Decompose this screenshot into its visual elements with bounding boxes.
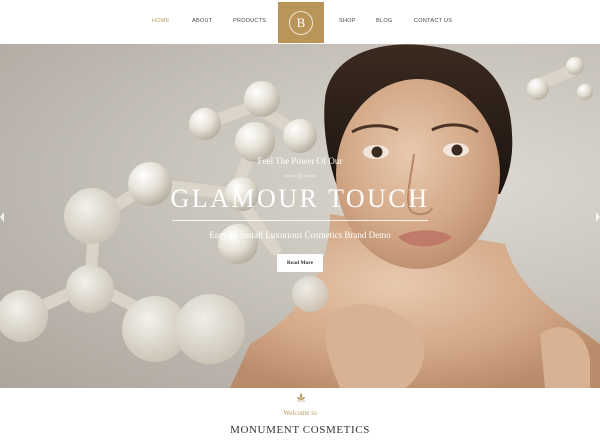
ornament-divider-icon: [284, 173, 316, 179]
welcome-label: Welcome to: [283, 409, 317, 417]
read-more-button[interactable]: Read More: [277, 254, 323, 272]
hero-slider: Feel The Power Of Our GLAMOUR TOUCH Easy…: [0, 44, 600, 388]
hero-tagline: Feel The Power Of Our: [257, 156, 343, 166]
hero-subtitle: Easy To Install Luxurious Cosmetics Bran…: [209, 230, 391, 240]
nav-blog-link[interactable]: BLOG: [376, 18, 392, 24]
nav-contact-link[interactable]: CONTACT US: [414, 18, 452, 24]
nav-home-link[interactable]: HOME: [152, 18, 170, 24]
hero-title-rule: [172, 220, 428, 221]
nav-about-link[interactable]: ABOUT: [192, 18, 212, 24]
brand-logo[interactable]: B: [278, 2, 324, 43]
chevron-right-icon[interactable]: [596, 212, 600, 222]
lotus-icon: [297, 393, 305, 402]
nav-products-link[interactable]: PRODUCTS: [233, 18, 266, 24]
nav-shop-link[interactable]: SHOP: [339, 18, 356, 24]
welcome-heading: MONUMENT COSMETICS: [230, 424, 370, 436]
hero-background-image: [0, 44, 600, 388]
logo-letter: B: [289, 10, 313, 35]
chevron-left-icon[interactable]: [0, 212, 4, 222]
hero-title: GLAMOUR TOUCH: [170, 184, 430, 213]
top-navigation: HOME ABOUT PRODUCTS B SHOP BLOG CONTACT …: [0, 0, 600, 44]
